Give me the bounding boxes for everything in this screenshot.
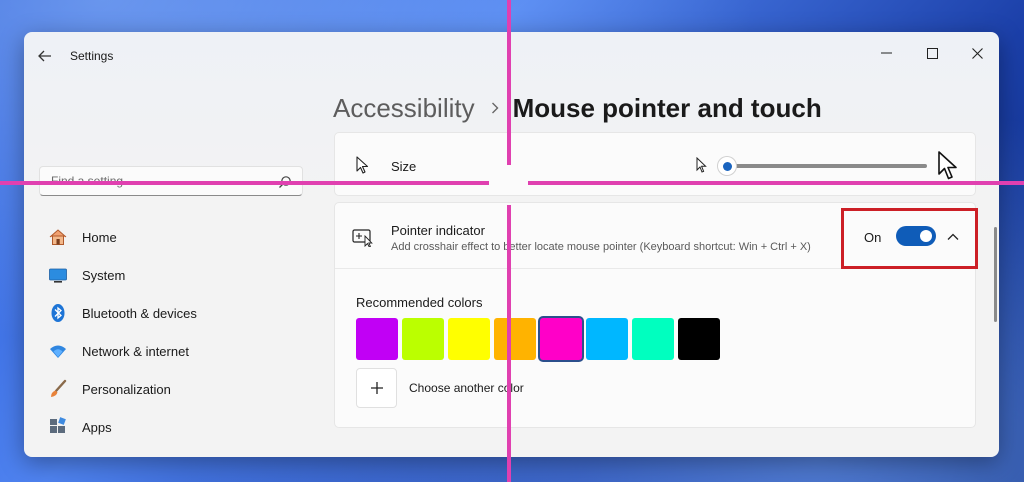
plus-icon: [370, 382, 383, 394]
brush-icon: [48, 379, 68, 399]
slider-thumb[interactable]: [718, 157, 736, 175]
sidebar-item-apps[interactable]: Apps: [38, 408, 304, 446]
sidebar-nav: Home System Bluetooth & devices Network …: [38, 218, 304, 446]
pointer-indicator-header[interactable]: Pointer indicator Add crosshair effect t…: [335, 203, 978, 269]
size-label: Size: [391, 159, 417, 174]
maximize-button[interactable]: [910, 38, 954, 68]
sidebar-item-label: Apps: [82, 419, 112, 435]
large-pointer-icon: [938, 151, 957, 180]
sidebar-item-label: Home: [82, 229, 117, 245]
pointer-size-slider[interactable]: [718, 157, 927, 175]
color-swatch[interactable]: [494, 318, 536, 360]
chevron-right-icon: [491, 102, 499, 114]
apps-icon: [48, 417, 68, 437]
settings-window: Settings Accessibility Mouse pointer and…: [24, 32, 999, 457]
sidebar-item-home[interactable]: Home: [38, 218, 304, 256]
close-icon: [971, 47, 983, 59]
scrollbar[interactable]: [994, 227, 997, 322]
sidebar-item-label: Network & internet: [82, 343, 189, 359]
sidebar-item-bluetooth-devices[interactable]: Bluetooth & devices: [38, 294, 304, 332]
pointer-indicator-title: Pointer indicator: [391, 223, 485, 238]
size-setting-card: Size: [334, 132, 976, 196]
sidebar-item-network-internet[interactable]: Network & internet: [38, 332, 304, 370]
color-swatch[interactable]: [356, 318, 398, 360]
pointer-indicator-description: Add crosshair effect to better locate mo…: [391, 241, 811, 253]
wifi-icon: [48, 341, 68, 361]
sidebar-item-label: Personalization: [82, 381, 171, 397]
color-swatch[interactable]: [402, 318, 444, 360]
pointer-indicator-icon: [352, 229, 373, 247]
title-bar: Settings: [24, 32, 999, 80]
breadcrumb: Accessibility Mouse pointer and touch: [333, 88, 822, 128]
add-color-tile[interactable]: [356, 368, 397, 408]
minimize-icon: [880, 52, 892, 54]
crosshair-line-vertical-top: [507, 0, 511, 165]
crosshair-line-horizontal-left: [0, 181, 489, 185]
choose-another-color-button[interactable]: Choose another color: [356, 368, 524, 408]
page-title: Mouse pointer and touch: [512, 92, 822, 123]
back-button[interactable]: [34, 46, 56, 66]
breadcrumb-parent-link[interactable]: Accessibility: [333, 93, 475, 124]
color-swatch[interactable]: [448, 318, 490, 360]
close-button[interactable]: [955, 38, 999, 68]
system-icon: [48, 265, 68, 285]
annotation-highlight-box: [841, 208, 978, 269]
main-content: Size Pointer indicator Add crosshair eff…: [334, 132, 978, 428]
bluetooth-icon: [48, 303, 68, 323]
arrow-left-icon: [38, 50, 51, 62]
app-title: Settings: [70, 49, 114, 63]
mouse-pointer-icon: [356, 156, 369, 174]
color-swatch[interactable]: [632, 318, 674, 360]
sidebar-item-system[interactable]: System: [38, 256, 304, 294]
crosshair-line-horizontal-right: [528, 181, 1024, 185]
pointer-indicator-card: Pointer indicator Add crosshair effect t…: [334, 202, 978, 428]
color-swatch[interactable]: [586, 318, 628, 360]
minimize-button[interactable]: [864, 38, 908, 68]
sidebar-item-personalization[interactable]: Personalization: [38, 370, 304, 408]
color-swatch[interactable]: [678, 318, 720, 360]
color-swatch[interactable]: [540, 318, 582, 360]
sidebar-item-label: Bluetooth & devices: [82, 305, 197, 321]
sidebar-item-label: System: [82, 267, 126, 283]
crosshair-line-vertical-bottom: [507, 205, 511, 482]
home-icon: [48, 227, 68, 247]
small-pointer-icon: [696, 157, 707, 173]
recommended-colors-label: Recommended colors: [356, 295, 483, 310]
color-swatches: [356, 318, 720, 360]
maximize-icon: [926, 47, 938, 59]
